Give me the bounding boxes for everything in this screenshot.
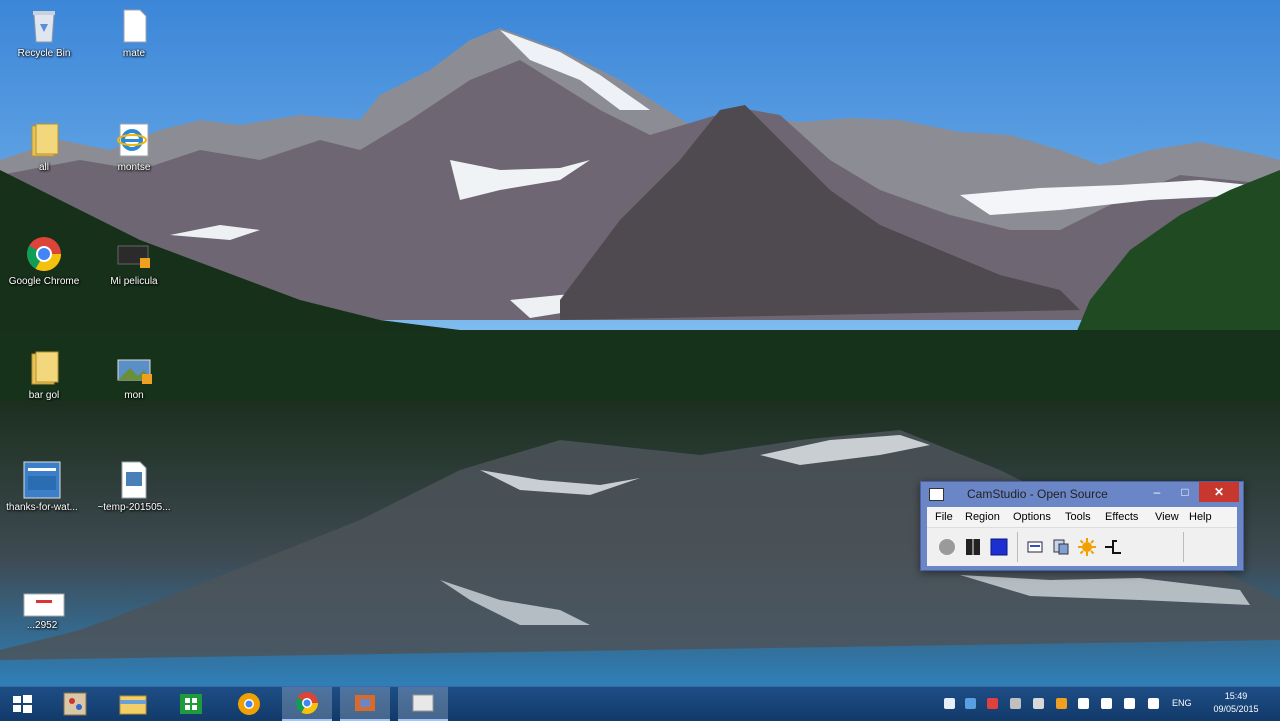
tray-app-icon[interactable] (1056, 698, 1067, 709)
chrome-icon (238, 693, 260, 715)
desktop-icon-label: montse (117, 162, 151, 173)
taskbar-clock[interactable]: 15:49 09/05/2015 (1208, 690, 1264, 716)
pause-button[interactable] (963, 537, 983, 557)
stop-square-icon (990, 538, 1008, 556)
tray-language[interactable]: ENG (1172, 698, 1192, 708)
internet-explorer-icon (114, 120, 154, 160)
chrome-icon (296, 692, 318, 714)
taskbar-app-camstudio[interactable] (340, 687, 390, 721)
record-circle-icon (939, 539, 955, 555)
desktop-icon-label: thanks-for-wat... (6, 502, 78, 513)
desktop-icon-mon[interactable]: mon (92, 348, 176, 402)
folder-icon (24, 120, 64, 160)
taskbar: ENG 15:49 09/05/2015 (0, 686, 1280, 721)
windows-start-icon (13, 695, 32, 713)
cursor-button[interactable] (1103, 537, 1123, 557)
tray-notes-icon[interactable] (944, 698, 955, 709)
desktop-icon-google-chrome[interactable]: Google Chrome (2, 234, 86, 288)
cursor-settings-icon (1105, 540, 1121, 554)
image-file-icon (114, 348, 154, 388)
taskbar-app-paint[interactable] (50, 687, 100, 721)
effects-button[interactable] (1077, 537, 1097, 557)
recycle-bin-icon (24, 6, 64, 46)
desktop-icon-label: Mi pelicula (110, 276, 158, 287)
camstudio-app-icon (929, 488, 944, 501)
desktop-icon-montse[interactable]: montse (92, 120, 176, 174)
file-explorer-icon (119, 695, 147, 715)
pause-icon (966, 539, 980, 555)
maximize-button[interactable]: □ (1171, 482, 1199, 502)
record-button[interactable] (937, 537, 957, 557)
annotation-icon (1027, 541, 1043, 553)
desktop-icon-2952[interactable]: ...2952 (0, 590, 84, 632)
folder-icon (24, 348, 64, 388)
sun-icon (1078, 538, 1096, 556)
desktop-icon-temp-file[interactable]: ~temp-201505... (92, 460, 176, 514)
clock-time: 15:49 (1224, 691, 1248, 701)
window-titlebar[interactable]: CamStudio - Open Source – □ ✕ (921, 482, 1243, 507)
region-icon (1053, 539, 1069, 555)
minimize-button[interactable]: – (1143, 482, 1171, 502)
window-title: CamStudio - Open Source (967, 487, 1108, 501)
google-chrome-icon (24, 234, 64, 274)
toolbar-separator (1183, 532, 1184, 562)
menu-tools[interactable]: Tools (1065, 511, 1091, 523)
tray-device-icon[interactable] (1010, 698, 1021, 709)
desktop-icon-thanks-for-watching[interactable]: thanks-for-wat... (0, 460, 84, 514)
desktop-icon-label: ~temp-201505... (97, 502, 171, 513)
stop-button[interactable] (989, 537, 1009, 557)
menu-effects[interactable]: Effects (1105, 511, 1138, 523)
camstudio-icon (355, 695, 375, 711)
start-button[interactable] (0, 687, 44, 721)
taskbar-app-window[interactable] (398, 687, 448, 721)
tray-volume-icon[interactable] (1148, 698, 1159, 709)
menu-options[interactable]: Options (1013, 511, 1051, 523)
desktop-icon-label: mate (122, 48, 146, 59)
desktop-icon-mi-pelicula[interactable]: Mi pelicula (92, 234, 176, 288)
desktop-wallpaper (0, 0, 1280, 686)
region-button[interactable] (1051, 537, 1071, 557)
tray-security-icon[interactable] (987, 698, 998, 709)
document-thumbnail-icon (22, 590, 65, 618)
menu-file[interactable]: File (935, 511, 953, 523)
store-icon (180, 694, 202, 714)
image-thumbnail-icon (22, 460, 62, 500)
tray-usb-icon[interactable] (1033, 698, 1044, 709)
desktop-icon-label: mon (124, 390, 144, 401)
desktop-icon-mate[interactable]: mate (92, 6, 176, 60)
desktop-icon-label: bar gol (28, 390, 60, 401)
taskbar-app-chrome-canary[interactable] (224, 687, 274, 721)
desktop-icon-all[interactable]: all (2, 120, 86, 174)
desktop-icon-recycle-bin[interactable]: Recycle Bin (2, 6, 86, 60)
taskbar-app-chrome[interactable] (282, 687, 332, 721)
video-file-icon (114, 234, 154, 274)
camstudio-window[interactable]: CamStudio - Open Source – □ ✕ File Regio… (920, 481, 1244, 571)
clock-date: 09/05/2015 (1213, 704, 1259, 714)
toolbar (927, 527, 1237, 566)
desktop-icon-label: Recycle Bin (17, 48, 71, 59)
tray-network-app-icon[interactable] (965, 698, 976, 709)
desktop-icon-label: all (38, 162, 49, 173)
menu-help[interactable]: Help (1189, 511, 1212, 523)
close-button[interactable]: ✕ (1199, 482, 1239, 502)
desktop-icon-label: ...2952 (26, 620, 58, 631)
desktop-icon-label: Google Chrome (8, 276, 80, 287)
tray-flag-icon[interactable] (1078, 698, 1089, 709)
menu-region[interactable]: Region (965, 511, 1000, 523)
document-icon (114, 460, 154, 500)
menu-bar: File Region Options Tools Effects View H… (927, 507, 1237, 527)
blank-window-icon (412, 694, 434, 712)
tray-signal-icon[interactable] (1124, 698, 1135, 709)
paint-icon (63, 692, 87, 716)
blank-document-icon (114, 6, 154, 46)
tray-network-icon[interactable] (1101, 698, 1112, 709)
taskbar-app-store[interactable] (166, 687, 216, 721)
annotation-button[interactable] (1025, 537, 1045, 557)
toolbar-separator (1017, 532, 1018, 562)
menu-view[interactable]: View (1155, 511, 1179, 523)
desktop-icon-bar-gol[interactable]: bar gol (2, 348, 86, 402)
taskbar-app-file-explorer[interactable] (108, 687, 158, 721)
